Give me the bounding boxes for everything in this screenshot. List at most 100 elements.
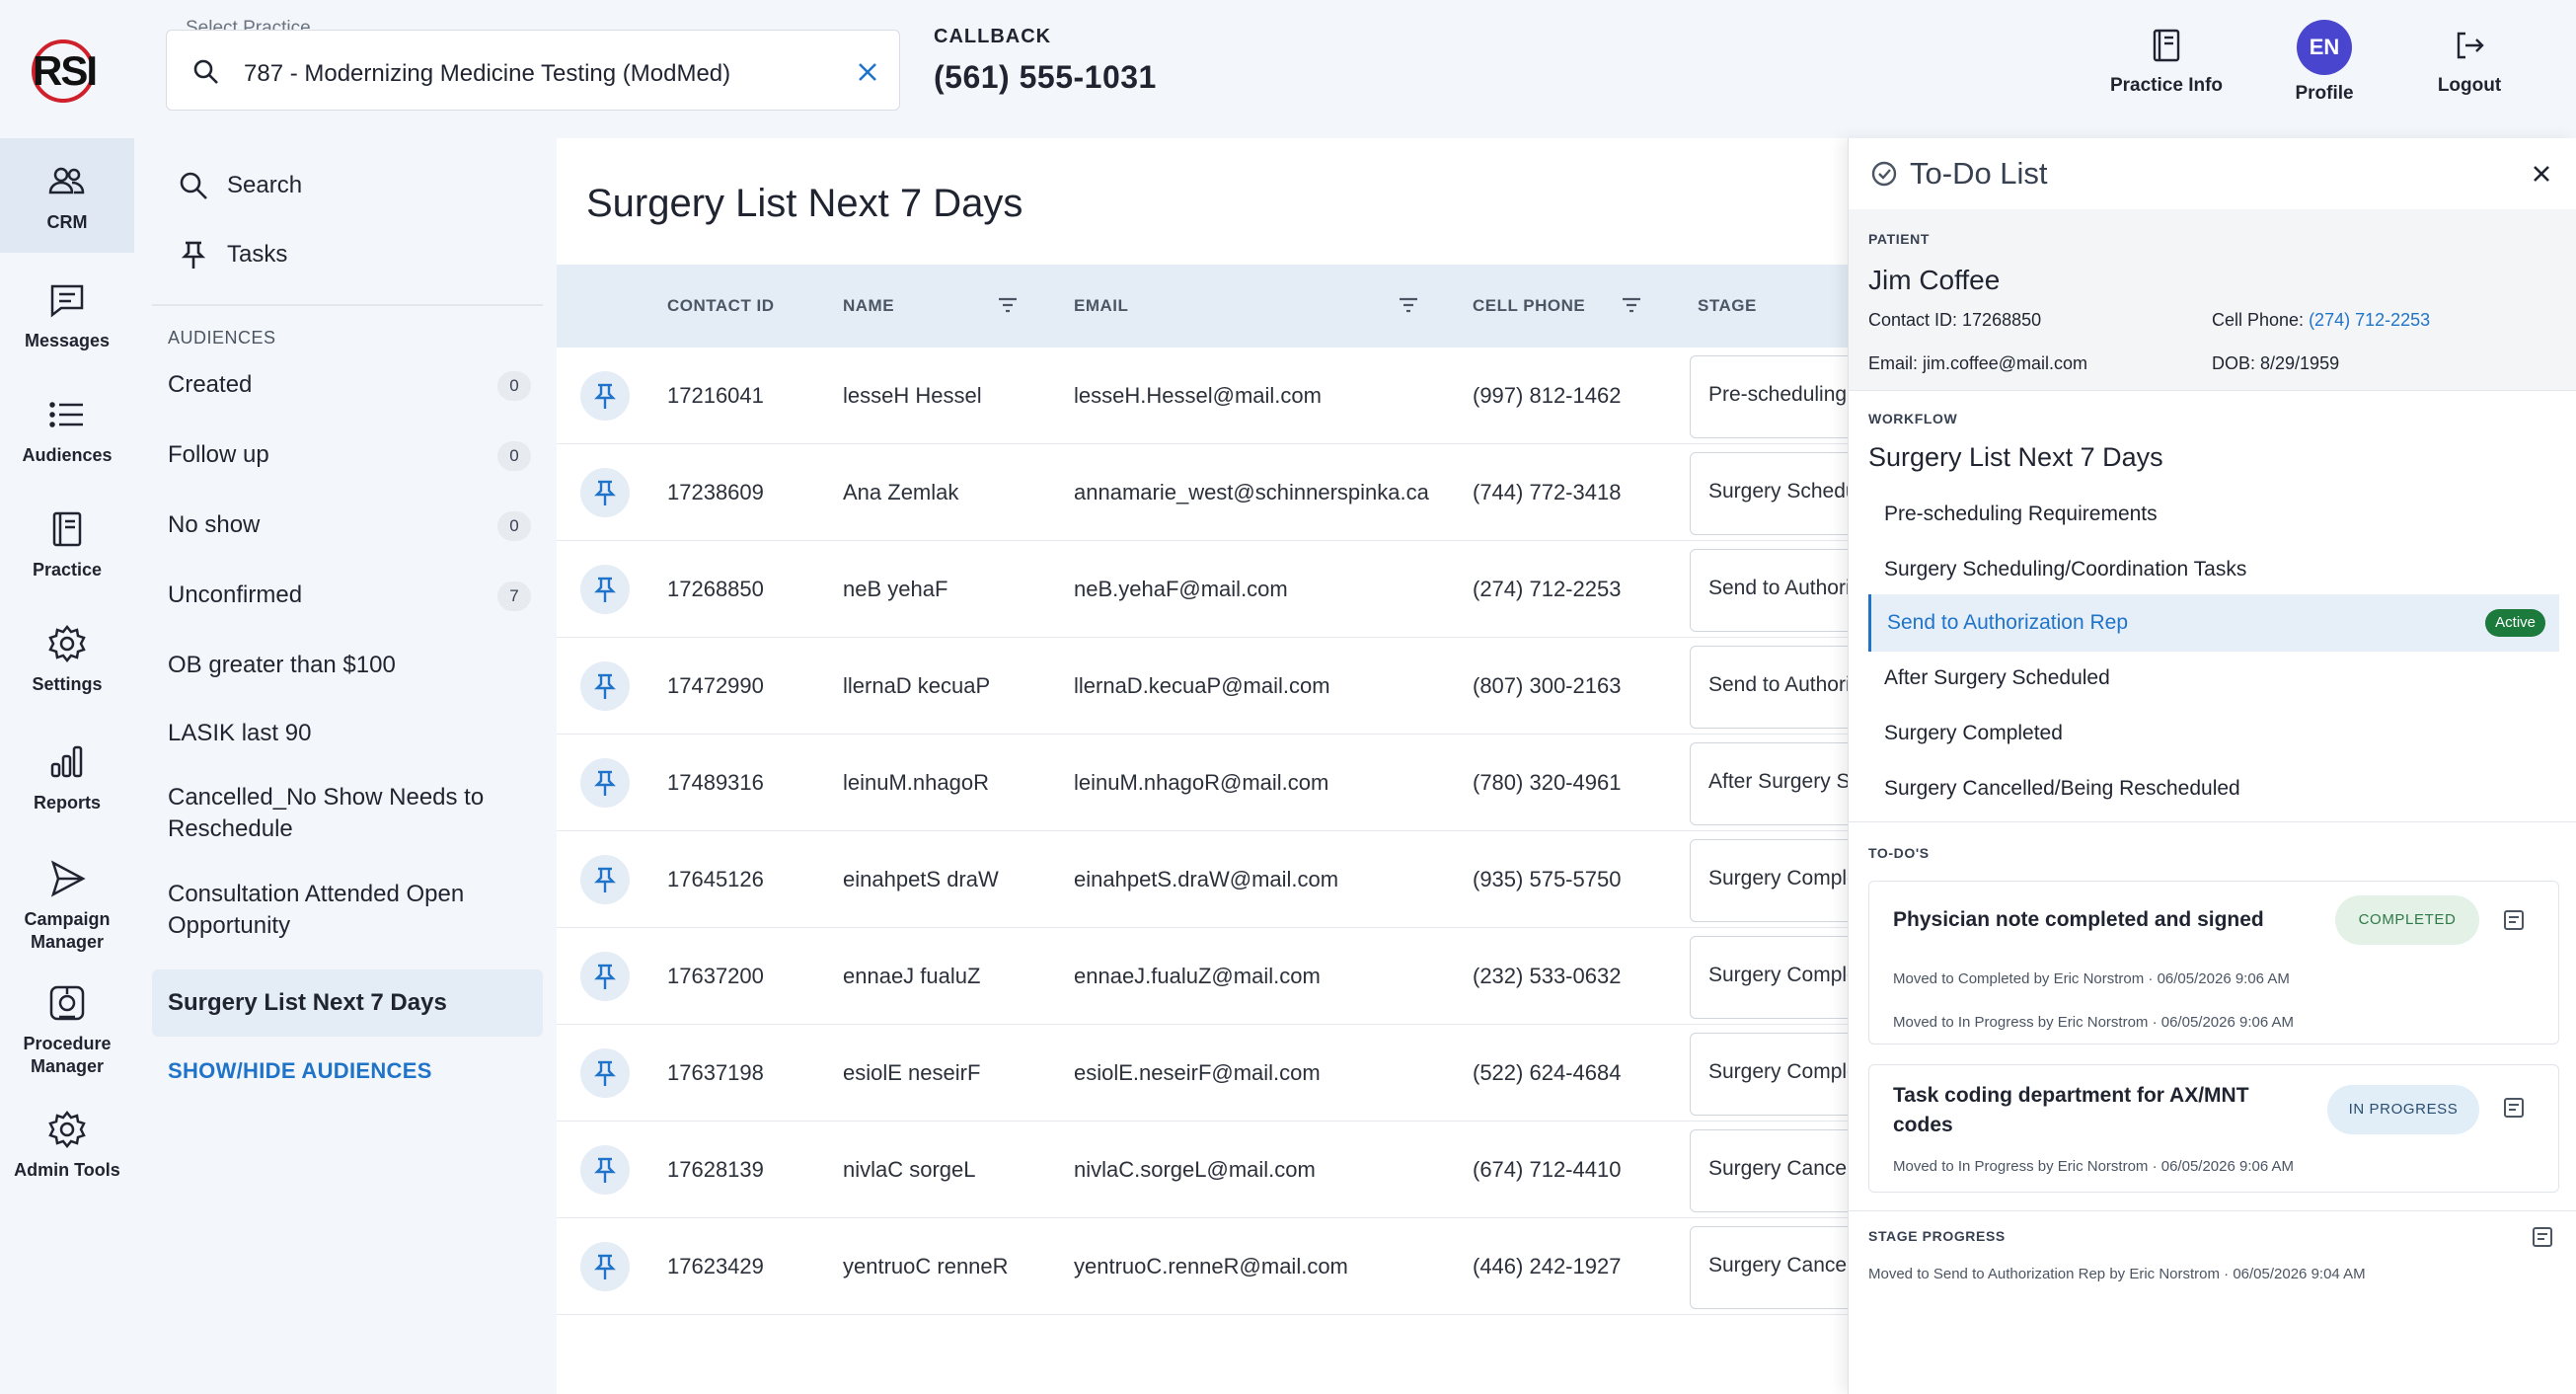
status-badge[interactable]: IN PROGRESS — [2327, 1085, 2479, 1134]
nav-messages[interactable]: Messages — [0, 278, 134, 352]
nav-reports[interactable]: Reports — [0, 740, 134, 814]
pin-button[interactable] — [580, 565, 630, 614]
cell-name[interactable]: nivlaC sorgeL — [843, 1157, 976, 1183]
pin-button[interactable] — [580, 1145, 630, 1195]
todo-card[interactable]: Task coding department for AX/MNT codes … — [1868, 1064, 2559, 1193]
workflow-step-active[interactable]: Send to Authorization Rep Active — [1868, 594, 2559, 652]
practice-select-value[interactable]: 787 - Modernizing Medicine Testing (ModM… — [244, 60, 730, 88]
status-badge[interactable]: COMPLETED — [2335, 895, 2479, 945]
cell-name[interactable]: llernaD kecuaP — [843, 673, 990, 699]
note-icon[interactable] — [2501, 1095, 2527, 1121]
practice-select[interactable]: 787 - Modernizing Medicine Testing (ModM… — [166, 30, 900, 111]
pin-button[interactable] — [580, 1242, 630, 1291]
nav-procedure-manager[interactable]: Procedure Manager — [0, 981, 134, 1078]
nav-campaign-manager-label: Campaign Manager — [24, 909, 111, 952]
sidebar-search-label: Search — [227, 172, 303, 198]
notebook-icon — [45, 507, 89, 551]
audience-item-surgery-list[interactable]: Surgery List Next 7 Days — [152, 969, 543, 1037]
workflow-step[interactable]: After Surgery Scheduled — [1868, 650, 2559, 707]
nav-audiences[interactable]: Audiences — [0, 393, 134, 467]
audience-item-lasik[interactable]: LASIK last 90 — [152, 718, 543, 749]
cell-name[interactable]: esiolE neseirF — [843, 1060, 980, 1086]
check-circle-icon — [1868, 158, 1900, 190]
audience-item-consultation[interactable]: Consultation Attended Open Opportunity — [152, 879, 488, 942]
nav-campaign-manager[interactable]: Campaign Manager — [0, 857, 134, 954]
note-icon[interactable] — [2530, 1224, 2555, 1250]
logout-button[interactable]: Logout — [2420, 20, 2519, 97]
table-row[interactable]: 17645126 einahpetS draW einahpetS.draW@mai… — [557, 831, 1887, 928]
table-row[interactable]: 17472990 llernaD kecuaP llernaD.kecuaP@mai… — [557, 638, 1887, 735]
filter-icon[interactable] — [1619, 292, 1644, 318]
close-icon[interactable] — [852, 56, 883, 88]
audience-item-unconfirmed[interactable]: Unconfirmed 7 — [152, 580, 543, 611]
cell-phone: (446) 242-1927 — [1473, 1254, 1622, 1278]
pin-icon — [594, 770, 616, 796]
nav-practice[interactable]: Practice — [0, 507, 134, 581]
nav-settings[interactable]: Settings — [0, 622, 134, 696]
column-header-cell-phone[interactable]: CELL PHONE — [1473, 296, 1585, 316]
audience-item-created[interactable]: Created 0 — [152, 369, 543, 401]
cell-contact-id: 17623429 — [667, 1254, 764, 1278]
audience-label: Consultation Attended Open Opportunity — [168, 881, 465, 939]
nav-rail: RSI CRM Messages Audiences Practice Sett… — [0, 0, 134, 1394]
todo-card[interactable]: Physician note completed and signed COMP… — [1868, 881, 2559, 1045]
table-row[interactable]: 17637200 ennaeJ fualuZ ennaeJ.fualuZ@mail.… — [557, 928, 1887, 1025]
pin-button[interactable] — [580, 855, 630, 904]
todo-card-title: Task coding department for AX/MNT codes — [1893, 1081, 2249, 1140]
pin-button[interactable] — [580, 1048, 630, 1098]
todo-card-title-line: codes — [1893, 1114, 1953, 1136]
table-row[interactable]: 17216041 lesseH Hessel lesseH.Hessel@mail.… — [557, 348, 1887, 444]
workflow-step[interactable]: Surgery Completed — [1868, 705, 2559, 762]
pin-button[interactable] — [580, 661, 630, 711]
sidebar-tasks-label: Tasks — [227, 241, 288, 268]
cell-name[interactable]: yentruoC renneR — [843, 1254, 1009, 1279]
cell-contact-id: 17489316 — [667, 770, 764, 795]
procedure-icon — [45, 981, 89, 1025]
workflow-step[interactable]: Surgery Cancelled/Being Rescheduled — [1868, 760, 2559, 817]
table-row[interactable]: 17268850 neB yehaF neB.yehaF@mail.com (274)… — [557, 541, 1887, 638]
cell-phone-link[interactable]: (274) 712-2253 — [2309, 310, 2430, 330]
nav-crm[interactable]: CRM — [0, 138, 134, 253]
show-hide-audiences-link[interactable]: SHOW/HIDE AUDIENCES — [168, 1058, 432, 1084]
practice-info-button[interactable]: Practice Info — [2102, 20, 2231, 97]
filter-icon[interactable] — [995, 292, 1021, 318]
cell-contact-id: 17216041 — [667, 383, 764, 408]
cell-name[interactable]: Ana Zemlak — [843, 480, 958, 505]
workflow-step[interactable]: Pre-scheduling Requirements — [1868, 486, 2559, 543]
note-icon[interactable] — [2501, 907, 2527, 933]
nav-admin-tools[interactable]: Admin Tools — [0, 1108, 134, 1182]
column-header-email[interactable]: EMAIL — [1074, 296, 1128, 316]
pin-button[interactable] — [580, 468, 630, 517]
active-badge: Active — [2485, 609, 2545, 637]
column-header-name[interactable]: NAME — [843, 296, 894, 316]
pin-button[interactable] — [580, 371, 630, 421]
workflow-step[interactable]: Surgery Scheduling/Coordination Tasks — [1868, 541, 2559, 598]
filter-icon[interactable] — [1396, 292, 1421, 318]
table-row[interactable]: 17238609 Ana Zemlak annamarie_west@schinne… — [557, 444, 1887, 541]
close-icon[interactable] — [2526, 158, 2557, 190]
audience-item-ob-greater[interactable]: OB greater than $100 — [152, 650, 543, 681]
column-header-contact-id[interactable]: CONTACT ID — [667, 296, 775, 316]
audience-item-no-show[interactable]: No show 0 — [152, 509, 543, 541]
column-header-stage[interactable]: STAGE — [1698, 296, 1757, 316]
profile-button[interactable]: EN Profile — [2270, 20, 2379, 105]
table-row[interactable]: 17623429 yentruoC renneR yentruoC.renneR@m… — [557, 1218, 1887, 1315]
cell-name[interactable]: ennaeJ fualuZ — [843, 964, 980, 989]
audience-item-follow-up[interactable]: Follow up 0 — [152, 439, 543, 471]
sidebar-search[interactable]: Search — [176, 168, 302, 203]
audience-item-cancelled-no-show[interactable]: Cancelled_No Show Needs to Reschedule — [152, 782, 488, 845]
nav-audiences-label: Audiences — [22, 445, 113, 465]
audience-label: No show — [168, 511, 261, 538]
cell-contact-id: 17238609 — [667, 480, 764, 504]
table-row[interactable]: 17628139 nivlaC sorgeL nivlaC.sorgeL@mail.… — [557, 1122, 1887, 1218]
sidebar-tasks[interactable]: Tasks — [176, 237, 287, 272]
cell-name[interactable]: leinuM.nhagoR — [843, 770, 989, 796]
table-row[interactable]: 17489316 leinuM.nhagoR leinuM.nhagoR@mail.… — [557, 735, 1887, 831]
pin-button[interactable] — [580, 952, 630, 1001]
pin-button[interactable] — [580, 758, 630, 808]
table-row[interactable]: 17637198 esiolE neseirF esiolE.neseirF@mai… — [557, 1025, 1887, 1122]
cell-name[interactable]: neB yehaF — [843, 577, 947, 602]
audiences-header: AUDIENCES — [168, 328, 276, 348]
cell-name[interactable]: einahpetS draW — [843, 867, 999, 892]
cell-name[interactable]: lesseH Hessel — [843, 383, 982, 409]
